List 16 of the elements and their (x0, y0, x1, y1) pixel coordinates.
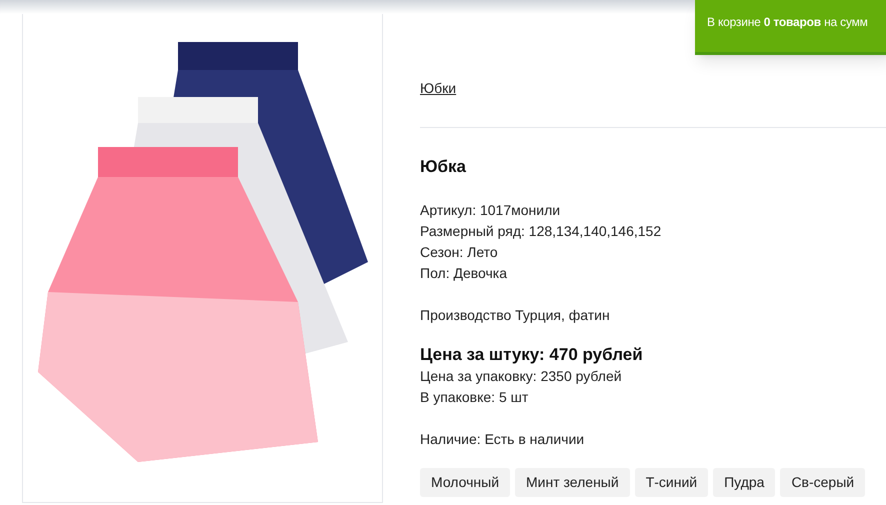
color-option[interactable]: Т-синий (634, 468, 708, 496)
breadcrumb-link[interactable]: Юбки (420, 78, 456, 99)
color-option[interactable]: Пудра (713, 468, 776, 496)
color-option[interactable]: Св-серый (780, 468, 866, 496)
spec-line: Пол: Девочка (420, 264, 508, 283)
color-option[interactable]: Молочный (420, 468, 510, 496)
product-title: Юбка (420, 156, 467, 178)
color-option[interactable]: Минт зеленый (515, 468, 630, 496)
spec-line: Размерный ряд: 128,134,140,146,152 (420, 222, 662, 241)
availability: Наличие: Есть в наличии (420, 430, 586, 448)
unit-price: Цена за штуку: 470 рублей (420, 344, 644, 366)
spec-line: Артикул: 1017монили (420, 200, 560, 220)
pack-price: Цена за упаковку: 2350 рублей (420, 366, 623, 386)
pack-size: В упаковке: 5 шт (420, 388, 530, 407)
production-info: Производство Турция, фатин (420, 306, 611, 325)
spec-line: Сезон: Лето (420, 242, 498, 262)
